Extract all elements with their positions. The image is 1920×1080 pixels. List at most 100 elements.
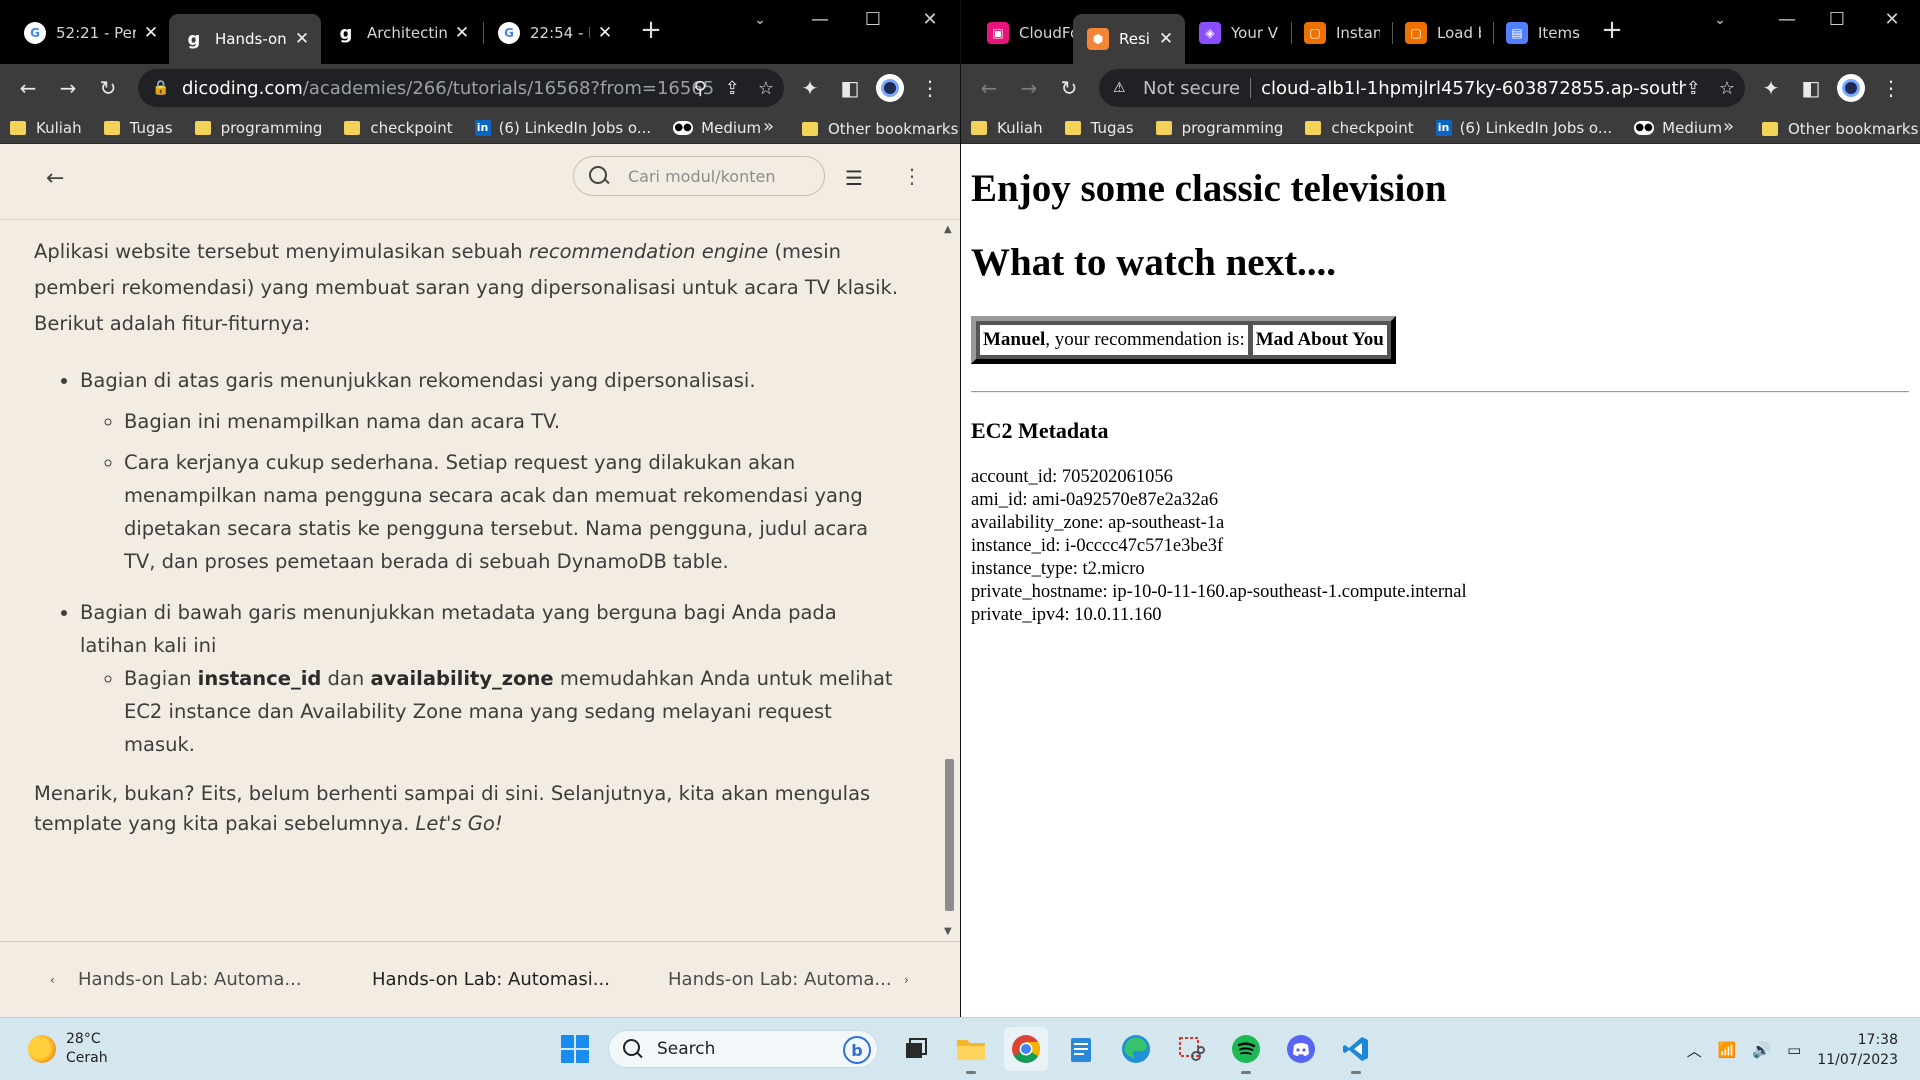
minimize-button[interactable]: —: [1767, 8, 1807, 32]
tab-items[interactable]: ▤ Items |: [1492, 14, 1592, 52]
bookmark-kuliah[interactable]: Kuliah: [10, 119, 82, 137]
zoom-icon[interactable]: ⚲: [694, 78, 707, 99]
lock-icon: 🔒: [152, 80, 170, 96]
bookmark-medium[interactable]: ●● Medium: [673, 119, 761, 137]
list-item: Bagian instance_id dan availability_zone…: [124, 662, 904, 761]
back-arrow-icon[interactable]: ←: [8, 68, 48, 108]
discord-icon[interactable]: [1279, 1027, 1323, 1071]
volume-icon[interactable]: 🔊: [1752, 1041, 1771, 1059]
tab-architecting[interactable]: g Architectin ✕: [321, 14, 481, 52]
bing-icon[interactable]: b: [843, 1036, 871, 1064]
prev-tutorial-link[interactable]: Hands-on Lab: Automa...: [78, 969, 302, 990]
close-window-button[interactable]: ✕: [1872, 8, 1912, 32]
other-bookmarks[interactable]: Other bookmarks: [802, 120, 958, 138]
maximize-button[interactable]: ☐: [853, 8, 893, 32]
bookmarks-bar: Kuliah Tugas programming checkpoint in (6…: [0, 112, 960, 144]
extensions-icon[interactable]: ✦: [790, 68, 830, 108]
back-arrow-icon[interactable]: ←: [46, 166, 64, 191]
search-input[interactable]: Cari modul/konten: [573, 156, 825, 196]
clock[interactable]: 17:38 11/07/2023: [1817, 1030, 1898, 1070]
address-bar[interactable]: ⚠ Not secure cloud-alb1l-1hpmjlrl457ky-6…: [1099, 69, 1745, 107]
menu-kebab-icon[interactable]: ⋮: [1871, 68, 1911, 108]
menu-kebab-icon[interactable]: ⋮: [910, 68, 950, 108]
close-icon[interactable]: ✕: [142, 23, 160, 43]
reload-icon[interactable]: ↻: [1049, 68, 1089, 108]
module-list-icon[interactable]: ☰: [845, 166, 863, 190]
tab-title: CloudFo: [1019, 24, 1075, 42]
chevron-down-icon[interactable]: ⌄: [1700, 8, 1740, 32]
other-bookmarks[interactable]: Other bookmarks: [1762, 120, 1918, 138]
bookmark-tugas[interactable]: Tugas: [1064, 119, 1134, 137]
forward-arrow-icon[interactable]: →: [1009, 68, 1049, 108]
next-tutorial-link[interactable]: Hands-on Lab: Automa...: [668, 969, 892, 990]
chevron-up-icon[interactable]: ︿: [1687, 1040, 1702, 1061]
bookmark-tugas[interactable]: Tugas: [103, 119, 173, 137]
bookmark-kuliah[interactable]: Kuliah: [971, 119, 1043, 137]
task-view-icon[interactable]: [894, 1027, 938, 1071]
side-panel-icon[interactable]: ◧: [1791, 68, 1831, 108]
new-tab-button[interactable]: +: [636, 16, 666, 46]
star-icon[interactable]: ☆: [758, 78, 774, 99]
vscode-icon[interactable]: [1334, 1027, 1378, 1074]
close-icon[interactable]: ✕: [293, 29, 311, 49]
back-arrow-icon[interactable]: ←: [969, 68, 1009, 108]
bookmark-linkedin[interactable]: in (6) LinkedIn Jobs o...: [474, 119, 651, 137]
chevron-left-icon[interactable]: ‹: [50, 973, 55, 987]
tab-load-balancer[interactable]: ▢ Load ba: [1391, 14, 1491, 52]
notepad-icon[interactable]: [1059, 1027, 1103, 1071]
tab-instances[interactable]: ▢ Instanc: [1290, 14, 1390, 52]
bookmarks-overflow[interactable]: »: [763, 116, 774, 137]
chevron-down-icon[interactable]: ⌄: [740, 8, 780, 32]
chrome-icon[interactable]: [1004, 1027, 1048, 1071]
extensions-icon[interactable]: ✦: [1751, 68, 1791, 108]
scroll-up-icon[interactable]: ▲: [944, 224, 952, 235]
taskbar-search[interactable]: Search b: [608, 1030, 878, 1068]
bookmark-checkpoint[interactable]: checkpoint: [344, 119, 453, 137]
bookmark-linkedin[interactable]: in (6) LinkedIn Jobs o...: [1435, 119, 1612, 137]
side-panel-icon[interactable]: ◧: [830, 68, 870, 108]
weather-widget[interactable]: 28°C Cerah: [28, 1030, 108, 1068]
scrollbar[interactable]: ▲ ▼: [942, 224, 956, 937]
maximize-button[interactable]: ☐: [1817, 8, 1857, 32]
profile-avatar[interactable]: [1831, 68, 1871, 108]
profile-avatar[interactable]: [870, 68, 910, 108]
scroll-down-icon[interactable]: ▼: [944, 926, 952, 937]
star-icon[interactable]: ☆: [1719, 78, 1735, 99]
folder-icon: [1064, 120, 1081, 135]
tab-google-2[interactable]: G 22:54 - Per ✕: [484, 14, 624, 52]
bookmark-medium[interactable]: ●● Medium: [1634, 119, 1722, 137]
tab-cloudformation[interactable]: ▣ CloudFo: [973, 14, 1085, 52]
new-tab-button[interactable]: +: [1597, 16, 1627, 46]
share-icon[interactable]: ⇪: [725, 78, 740, 99]
page-subheading: What to watch next....: [971, 241, 1337, 284]
bookmark-programming[interactable]: programming: [194, 119, 322, 137]
current-tutorial: Hands-on Lab: Automasi...: [372, 969, 610, 990]
file-explorer-icon[interactable]: [949, 1027, 993, 1074]
chevron-right-icon[interactable]: ›: [904, 973, 909, 987]
bookmarks-overflow[interactable]: »: [1723, 116, 1734, 137]
close-icon[interactable]: ✕: [596, 23, 614, 43]
address-bar[interactable]: 🔒 dicoding.com/academies/266/tutorials/1…: [138, 69, 784, 107]
tab-hands-on[interactable]: g Hands-on I ✕: [169, 14, 321, 64]
bookmark-checkpoint[interactable]: checkpoint: [1305, 119, 1414, 137]
start-icon[interactable]: [553, 1027, 597, 1071]
bookmark-programming[interactable]: programming: [1155, 119, 1283, 137]
share-icon[interactable]: ⇪: [1686, 78, 1701, 99]
more-options-icon[interactable]: ⋮: [902, 164, 922, 188]
tab-resource[interactable]: ⬢ Resi ✕: [1073, 14, 1185, 64]
tab-google-1[interactable]: G 52:21 - Per ✕: [10, 14, 170, 52]
tab-vpc[interactable]: ◈ Your VP: [1185, 14, 1289, 52]
snipping-tool-icon[interactable]: [1169, 1027, 1213, 1071]
close-icon[interactable]: ✕: [453, 23, 471, 43]
close-icon[interactable]: ✕: [1157, 29, 1175, 49]
tab-title: Resi: [1119, 30, 1150, 48]
reload-icon[interactable]: ↻: [88, 68, 128, 108]
minimize-button[interactable]: —: [800, 8, 840, 32]
wifi-icon[interactable]: 📶: [1718, 1041, 1737, 1059]
battery-icon[interactable]: ▭: [1787, 1041, 1801, 1059]
forward-arrow-icon[interactable]: →: [48, 68, 88, 108]
scrollbar-thumb[interactable]: [945, 759, 954, 911]
spotify-icon[interactable]: [1224, 1027, 1268, 1074]
edge-icon[interactable]: [1114, 1027, 1158, 1071]
close-window-button[interactable]: ✕: [910, 8, 950, 32]
